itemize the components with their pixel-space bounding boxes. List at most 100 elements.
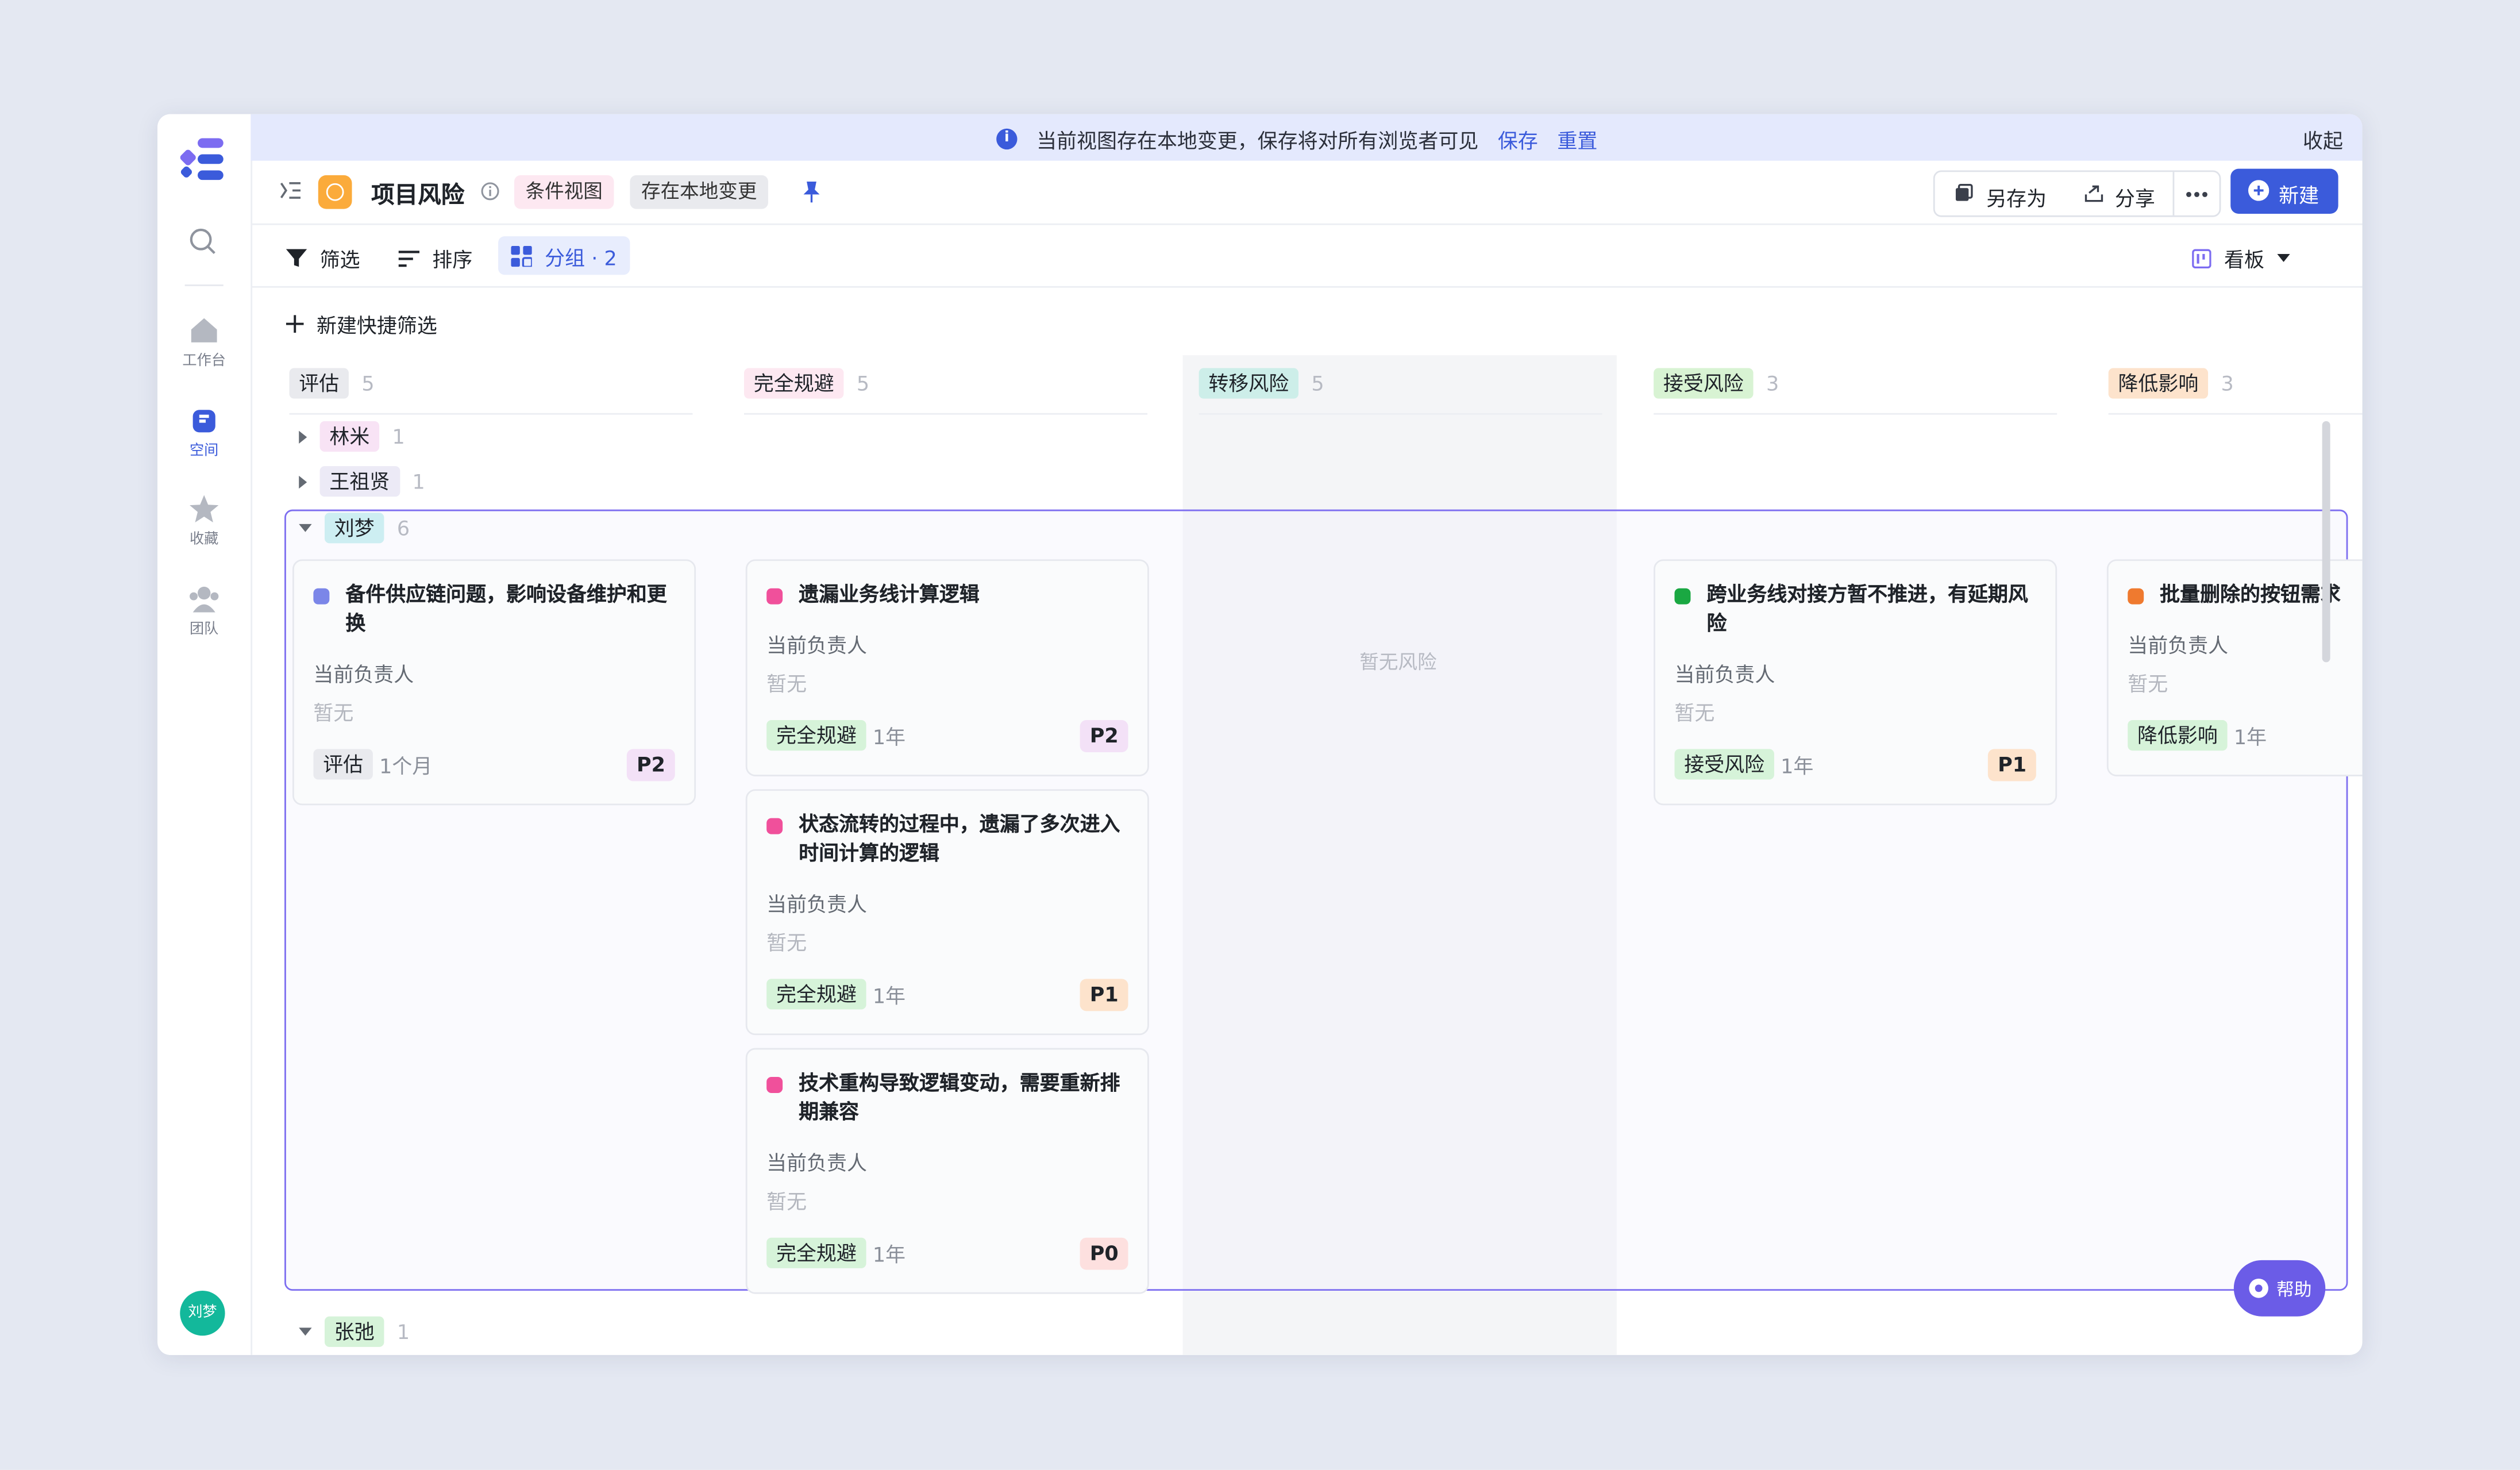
sidebar-item-label: 收藏 (190, 532, 219, 548)
app-window: 工作台 空间 收藏 团队 刘梦 i 当前视图存在本地变更，保存将对所有浏览者可见… (157, 114, 2363, 1355)
owner-value: 暂无 (766, 1189, 807, 1214)
search-icon[interactable] (188, 226, 217, 255)
page-title: 项目风险 (371, 183, 465, 209)
local-change-chip[interactable]: 存在本地变更 (630, 175, 769, 209)
group-count: 6 (396, 515, 410, 540)
group-button[interactable]: 分组 · 2 (498, 236, 630, 275)
risk-card[interactable]: 跨业务线对接方暂不推进，有延期风险 当前负责人 暂无 接受风险 1年 P1 (1654, 559, 2057, 806)
help-icon (2248, 1279, 2268, 1298)
risk-card[interactable]: 状态流转的过程中，遗漏了多次进入时间计算的逻辑 当前负责人 暂无 完全规避 1年… (745, 789, 1149, 1036)
save-as-icon (1955, 183, 1973, 201)
more-icon[interactable] (2186, 191, 2208, 198)
group-row-zhangchi[interactable]: 张弛 1 (299, 1316, 410, 1347)
group-tag: 刘梦 (324, 513, 384, 544)
view-actions-group: 另存为 分享 (1933, 170, 2221, 217)
sidebar-divider (184, 284, 224, 286)
collapse-icon[interactable] (299, 524, 312, 532)
filter-button[interactable]: 筛选 (286, 243, 360, 273)
group-count: 1 (396, 1319, 410, 1344)
collapse-banner-button[interactable]: 收起 (2303, 124, 2343, 154)
group-count: 1 (392, 424, 405, 449)
vertical-scrollbar[interactable] (2322, 421, 2330, 663)
sidebar-item-team[interactable]: 团队 (157, 585, 251, 638)
project-risk-icon (318, 175, 352, 209)
card-title: 备件供应链问题，影响设备维护和更换 (345, 582, 667, 635)
column-count: 5 (361, 370, 375, 395)
info-icon: i (996, 128, 1018, 150)
owner-label: 当前负责人 (2128, 633, 2229, 657)
avatar[interactable]: 刘梦 (180, 1290, 225, 1336)
duration-text: 1年 (872, 725, 906, 749)
plus-icon (286, 315, 304, 333)
info-outline-icon[interactable] (480, 182, 500, 201)
space-icon (192, 410, 215, 433)
owner-label: 当前负责人 (766, 633, 868, 657)
sidebar-item-favorites[interactable]: 收藏 (157, 495, 251, 548)
owner-label: 当前负责人 (766, 1150, 868, 1175)
reset-link[interactable]: 重置 (1557, 124, 1597, 154)
column-underline (289, 413, 693, 415)
column-header-avoid[interactable]: 完全规避 5 (744, 365, 869, 401)
column-underline (2108, 413, 2363, 415)
filter-icon (286, 249, 307, 267)
new-button[interactable]: 新建 (2230, 168, 2338, 214)
owner-label: 当前负责人 (313, 662, 414, 687)
app-logo[interactable] (178, 138, 226, 180)
help-button[interactable]: 帮助 (2233, 1260, 2326, 1317)
risk-card[interactable]: 遗漏业务线计算逻辑 当前负责人 暂无 完全规避 1年 P2 (745, 559, 1149, 776)
group-row-liumeng[interactable]: 刘梦 6 (299, 513, 410, 544)
save-link[interactable]: 保存 (1498, 124, 1538, 154)
column-header-evaluate[interactable]: 评估 5 (289, 365, 375, 401)
group-row-wangzuxian[interactable]: 王祖贤 1 (299, 466, 425, 497)
column-tag: 降低影响 (2108, 367, 2209, 398)
sidebar-item-workbench[interactable]: 工作台 (157, 317, 251, 370)
column-tag: 完全规避 (744, 367, 844, 398)
column-count: 5 (856, 370, 870, 395)
view-switch-label: 看板 (2224, 247, 2265, 272)
risk-card[interactable]: 技术重构导致逻辑变动，需要重新排期兼容 当前负责人 暂无 完全规避 1年 P0 (745, 1048, 1149, 1294)
owner-value: 暂无 (2128, 672, 2168, 696)
empty-column-text: 暂无风险 (1359, 651, 1437, 674)
column-underline (744, 413, 1148, 415)
sort-icon (398, 249, 420, 266)
group-count: 1 (412, 469, 425, 494)
group-row-linmi[interactable]: 林米 1 (299, 421, 405, 452)
status-badge: 完全规避 (766, 979, 866, 1010)
risk-card[interactable]: 备件供应链问题，影响设备维护和更换 当前负责人 暂无 评估 1个月 P2 (292, 559, 696, 806)
collapse-icon[interactable] (299, 1327, 312, 1336)
view-switch-dropdown[interactable]: 看板 (2192, 243, 2290, 273)
priority-dot (1674, 588, 1691, 605)
outline-toggle-icon[interactable] (280, 180, 302, 201)
sidebar-item-label: 空间 (190, 443, 219, 460)
sidebar: 工作台 空间 收藏 团队 刘梦 (157, 114, 253, 1355)
new-quick-filter-button[interactable]: 新建快捷筛选 (286, 309, 437, 339)
column-count: 5 (1311, 370, 1324, 395)
expand-icon[interactable] (299, 475, 307, 488)
column-header-transfer[interactable]: 转移风险 5 (1199, 365, 1324, 401)
priority-dot (766, 818, 783, 834)
plus-circle-icon (2248, 180, 2269, 201)
sort-button[interactable]: 排序 (398, 243, 472, 273)
priority-dot (2128, 588, 2144, 605)
save-as-button[interactable]: 另存为 (1986, 182, 2047, 212)
quick-filter-label: 新建快捷筛选 (317, 313, 437, 338)
sidebar-item-space[interactable]: 空间 (157, 408, 251, 460)
column-count: 3 (2221, 370, 2234, 395)
priority-badge: P2 (1080, 720, 1128, 752)
column-underline (1654, 413, 2057, 415)
column-header-reduce[interactable]: 降低影响 3 (2108, 365, 2234, 401)
group-label: 分组 · 2 (545, 245, 617, 270)
priority-badge: P2 (627, 749, 675, 782)
column-underline (1199, 413, 1602, 415)
share-button[interactable]: 分享 (2115, 182, 2155, 212)
status-badge: 完全规避 (766, 1237, 866, 1268)
titlebar: 项目风险 条件视图 存在本地变更 另存为 分享 新建 (251, 161, 2363, 225)
pin-icon[interactable] (802, 180, 822, 203)
toolbar: 筛选 排序 分组 · 2 看板 (251, 224, 2363, 288)
column-header-accept[interactable]: 接受风险 3 (1654, 365, 1779, 401)
view-type-chip[interactable]: 条件视图 (514, 175, 614, 209)
status-badge: 降低影响 (2128, 720, 2228, 751)
group-tag: 张弛 (324, 1316, 384, 1347)
expand-icon[interactable] (299, 430, 307, 443)
priority-badge: P1 (1080, 979, 1128, 1011)
